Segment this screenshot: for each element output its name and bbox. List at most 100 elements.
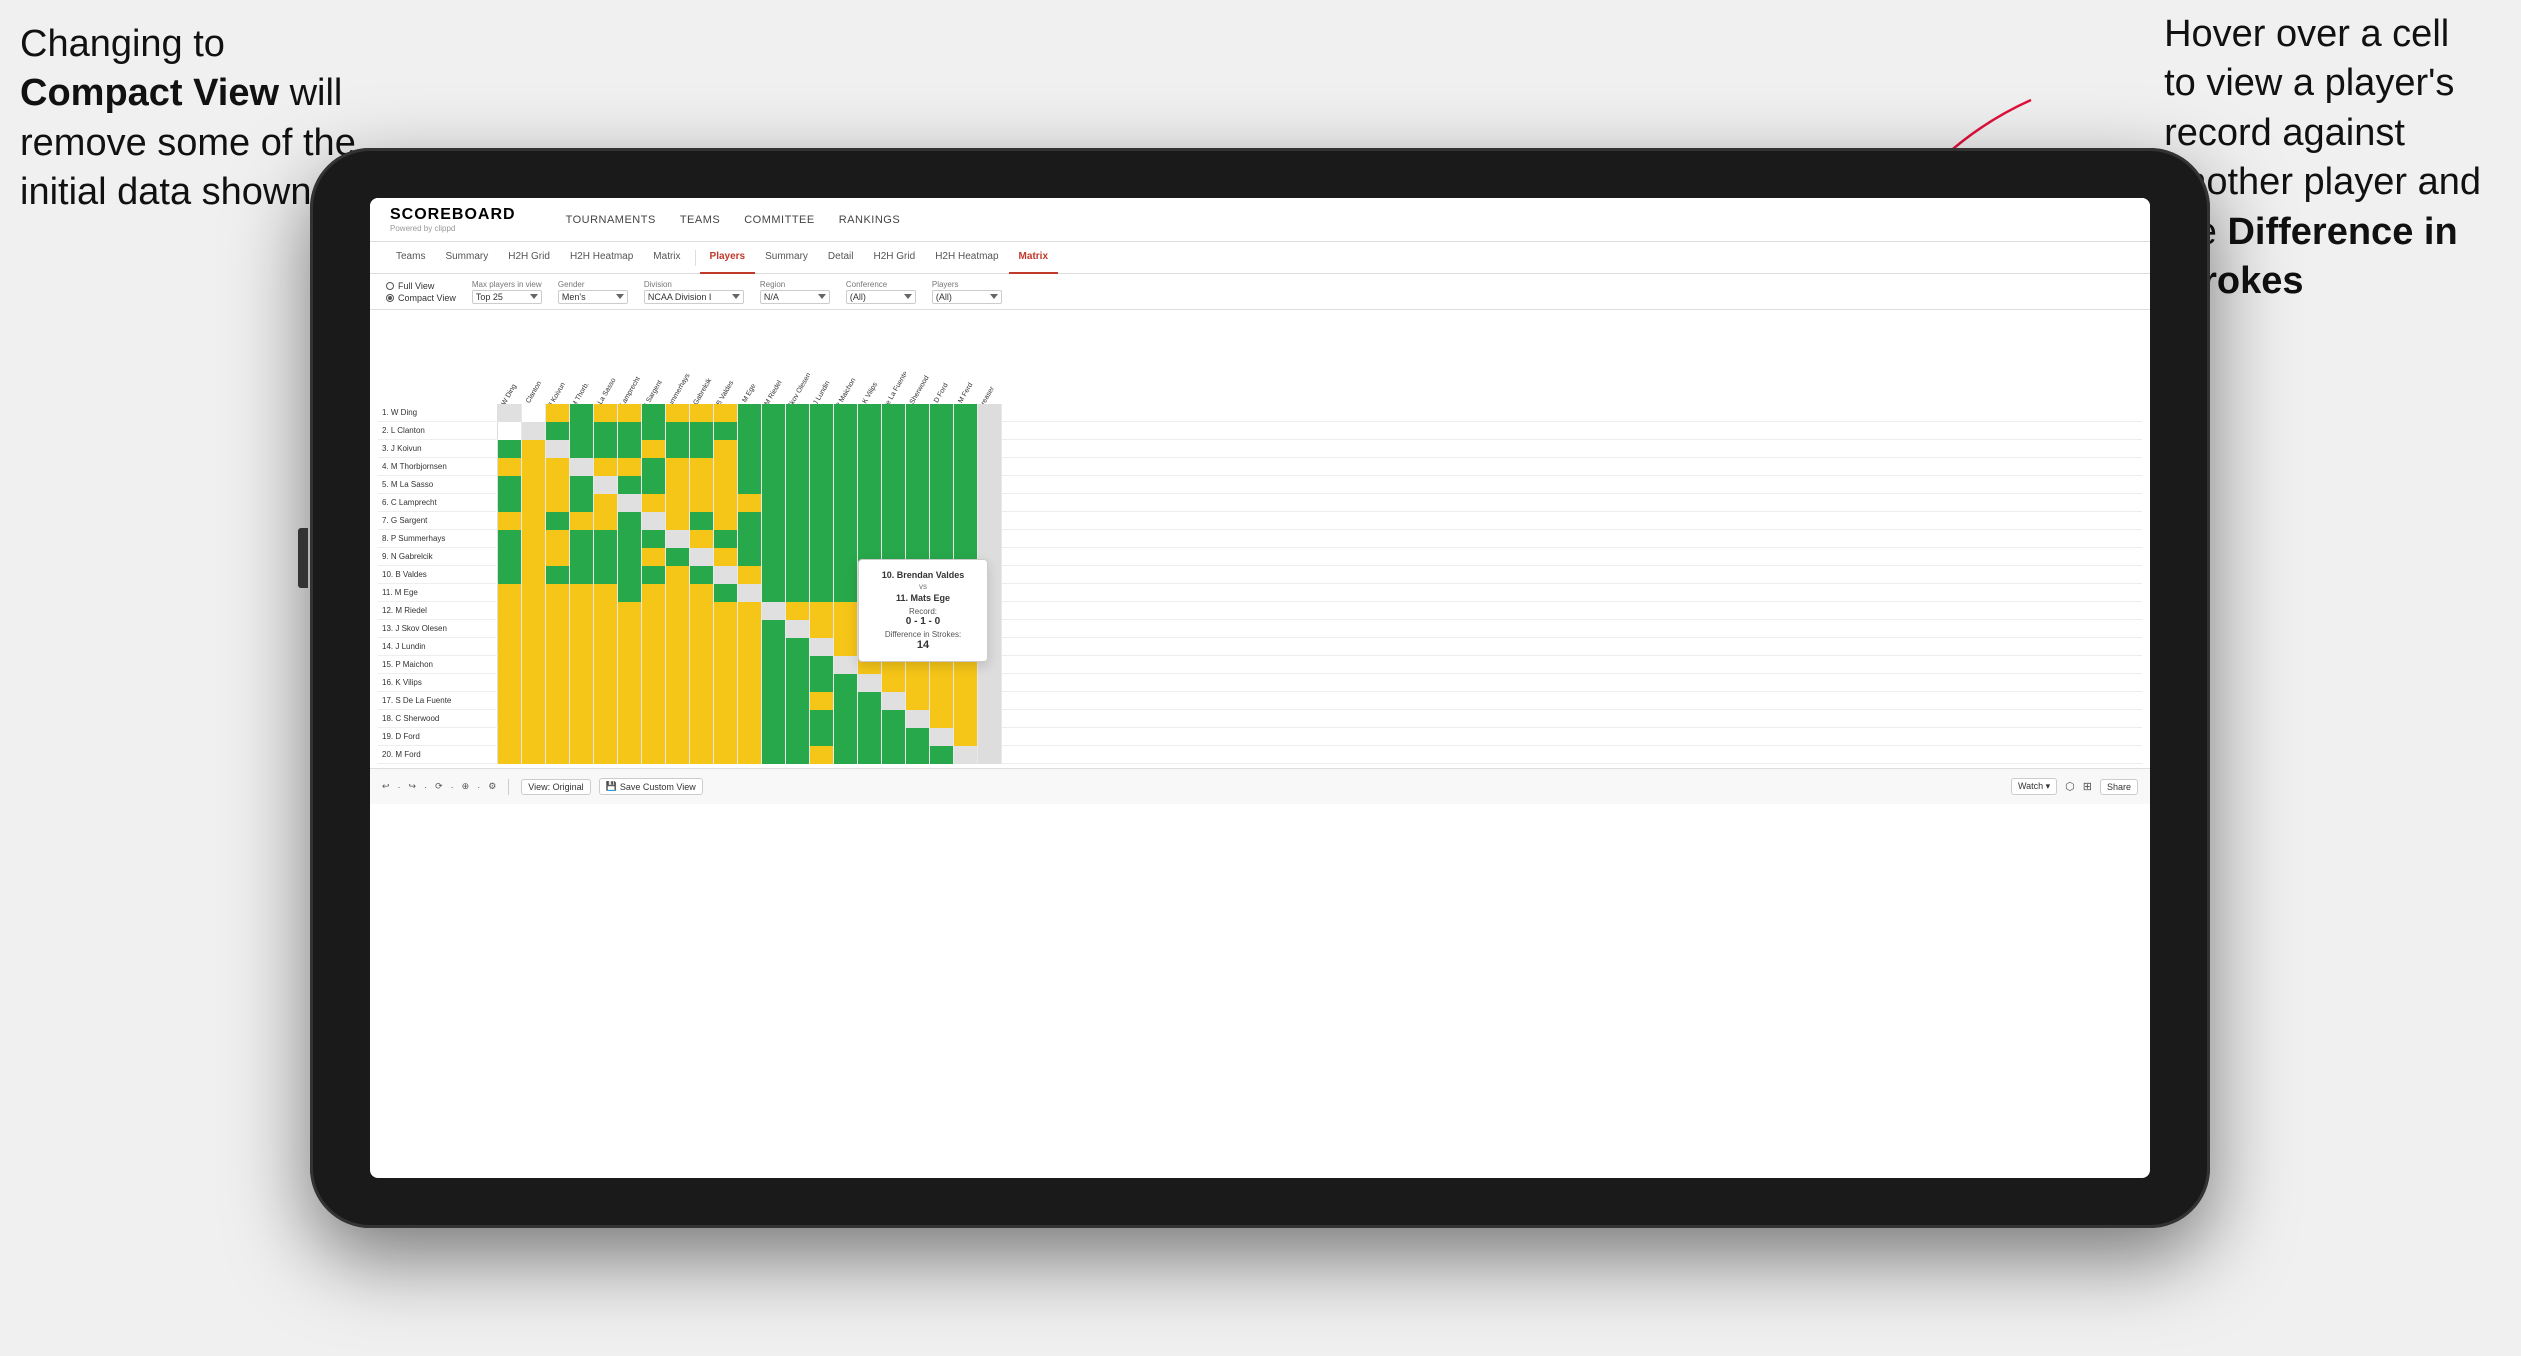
- grid-cell[interactable]: [642, 422, 666, 440]
- gender-select[interactable]: Men's: [558, 290, 628, 304]
- grid-cell[interactable]: [738, 476, 762, 494]
- grid-cell[interactable]: [618, 458, 642, 476]
- grid-cell[interactable]: [786, 656, 810, 674]
- grid-cell[interactable]: [666, 422, 690, 440]
- grid-cell[interactable]: [666, 710, 690, 728]
- grid-cell[interactable]: [858, 728, 882, 746]
- grid-cell[interactable]: [666, 458, 690, 476]
- grid-cell[interactable]: [858, 692, 882, 710]
- grid-cell[interactable]: [618, 638, 642, 656]
- grid-cell[interactable]: [738, 602, 762, 620]
- grid-cell[interactable]: [666, 692, 690, 710]
- grid-cell[interactable]: [666, 638, 690, 656]
- grid-cell[interactable]: [666, 404, 690, 422]
- grid-cell[interactable]: [690, 512, 714, 530]
- grid-cell[interactable]: [714, 440, 738, 458]
- grid-cell[interactable]: [546, 602, 570, 620]
- grid-cell[interactable]: [522, 728, 546, 746]
- grid-cell[interactable]: [978, 710, 1002, 728]
- grid-cell[interactable]: [882, 692, 906, 710]
- grid-cell[interactable]: [978, 674, 1002, 692]
- grid-cell[interactable]: [906, 494, 930, 512]
- grid-cell[interactable]: [666, 656, 690, 674]
- nav-tournaments[interactable]: TOURNAMENTS: [566, 214, 656, 226]
- grid-cell[interactable]: [786, 458, 810, 476]
- grid-cell[interactable]: [834, 440, 858, 458]
- grid-cell[interactable]: [954, 746, 978, 764]
- tab-matrix-1[interactable]: Matrix: [643, 242, 690, 274]
- grid-cell[interactable]: [882, 440, 906, 458]
- grid-cell[interactable]: [498, 458, 522, 476]
- grid-cell[interactable]: [858, 404, 882, 422]
- grid-cell[interactable]: [930, 728, 954, 746]
- grid-cell[interactable]: [594, 746, 618, 764]
- grid-cell[interactable]: [978, 440, 1002, 458]
- grid-cell[interactable]: [594, 602, 618, 620]
- grid-cell[interactable]: [666, 620, 690, 638]
- grid-cell[interactable]: [786, 746, 810, 764]
- grid-cell[interactable]: [546, 566, 570, 584]
- grid-cell[interactable]: [714, 476, 738, 494]
- grid-cell[interactable]: [498, 638, 522, 656]
- grid-cell[interactable]: [642, 548, 666, 566]
- grid-cell[interactable]: [786, 674, 810, 692]
- grid-cell[interactable]: [666, 728, 690, 746]
- grid-cell[interactable]: [690, 494, 714, 512]
- grid-cell[interactable]: [738, 530, 762, 548]
- grid-cell[interactable]: [570, 602, 594, 620]
- grid-cell[interactable]: [906, 674, 930, 692]
- watch-button[interactable]: Watch ▾: [2011, 778, 2057, 795]
- grid-cell[interactable]: [546, 710, 570, 728]
- view-original-button[interactable]: View: Original: [521, 779, 590, 795]
- region-select[interactable]: N/A: [760, 290, 830, 304]
- grid-cell[interactable]: [642, 710, 666, 728]
- tab-players[interactable]: Players: [700, 242, 756, 274]
- full-view-radio[interactable]: [386, 282, 394, 290]
- grid-cell[interactable]: [594, 674, 618, 692]
- grid-cell[interactable]: [786, 440, 810, 458]
- grid-cell[interactable]: [834, 404, 858, 422]
- grid-cell[interactable]: [810, 548, 834, 566]
- grid-cell[interactable]: [570, 692, 594, 710]
- grid-cell[interactable]: [498, 512, 522, 530]
- grid-cell[interactable]: [498, 476, 522, 494]
- grid-cell[interactable]: [786, 710, 810, 728]
- settings-icon[interactable]: ⚙: [488, 781, 496, 792]
- grid-cell[interactable]: [738, 638, 762, 656]
- grid-cell[interactable]: [762, 710, 786, 728]
- grid-cell[interactable]: [714, 692, 738, 710]
- grid-cell[interactable]: [666, 530, 690, 548]
- tab-h2h-heatmap-2[interactable]: H2H Heatmap: [925, 242, 1008, 274]
- grid-cell[interactable]: [810, 692, 834, 710]
- grid-cell[interactable]: [738, 512, 762, 530]
- grid-cell[interactable]: [762, 728, 786, 746]
- grid-cell[interactable]: [810, 674, 834, 692]
- grid-cell[interactable]: [930, 530, 954, 548]
- grid-cell[interactable]: [858, 458, 882, 476]
- grid-cell[interactable]: [618, 710, 642, 728]
- grid-cell[interactable]: [834, 512, 858, 530]
- grid-cell[interactable]: [738, 584, 762, 602]
- grid-cell[interactable]: [762, 620, 786, 638]
- grid-cell[interactable]: [570, 512, 594, 530]
- grid-cell[interactable]: [690, 422, 714, 440]
- grid-cell[interactable]: [810, 530, 834, 548]
- grid-cell[interactable]: [498, 494, 522, 512]
- grid-cell[interactable]: [690, 566, 714, 584]
- grid-cell[interactable]: [690, 620, 714, 638]
- grid-cell[interactable]: [594, 530, 618, 548]
- grid-cell[interactable]: [618, 404, 642, 422]
- grid-cell[interactable]: [978, 530, 1002, 548]
- grid-cell[interactable]: [594, 422, 618, 440]
- grid-cell[interactable]: [978, 746, 1002, 764]
- grid-cell[interactable]: [594, 548, 618, 566]
- grid-cell[interactable]: [618, 440, 642, 458]
- grid-cell[interactable]: [930, 494, 954, 512]
- grid-cell[interactable]: [906, 404, 930, 422]
- grid-cell[interactable]: [618, 674, 642, 692]
- tab-h2h-grid-1[interactable]: H2H Grid: [498, 242, 560, 274]
- grid-cell[interactable]: [714, 674, 738, 692]
- grid-cell[interactable]: [786, 530, 810, 548]
- conference-select[interactable]: (All): [846, 290, 916, 304]
- grid-cell[interactable]: [522, 440, 546, 458]
